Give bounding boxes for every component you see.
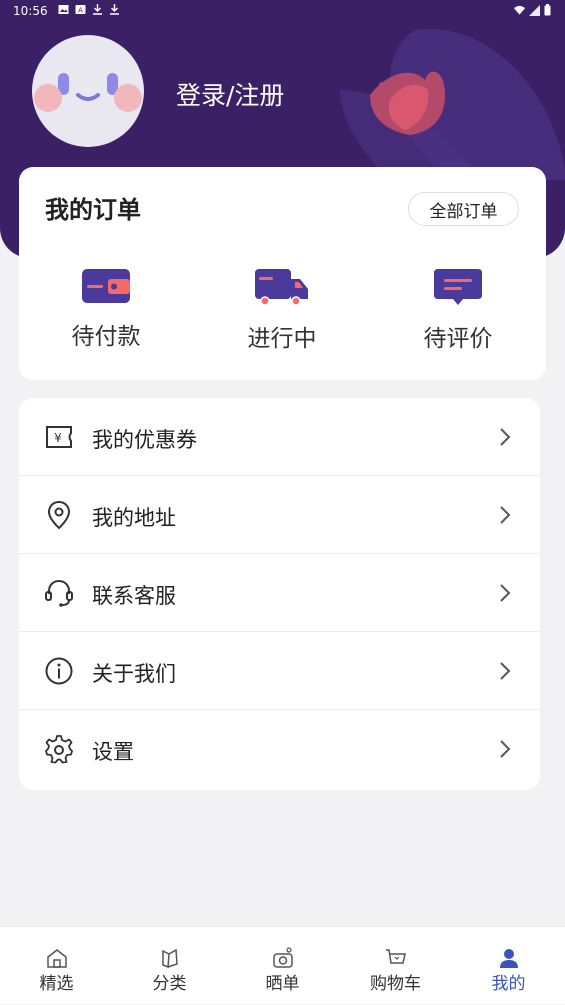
signal-icon bbox=[529, 4, 540, 16]
chevron-right-icon bbox=[500, 662, 511, 680]
status-bar: 10:56 A bbox=[0, 0, 565, 24]
nav-home[interactable]: 精选 bbox=[0, 927, 113, 1005]
avatar[interactable] bbox=[32, 35, 144, 147]
location-icon bbox=[47, 500, 71, 530]
order-item-label: 待付款 bbox=[71, 324, 141, 350]
order-in-progress[interactable]: 进行中 bbox=[212, 267, 352, 353]
menu-list: ¥ 我的优惠券 我的地址 联系客服 关于我们 设置 bbox=[19, 398, 540, 790]
nav-cart[interactable]: 购物车 bbox=[339, 927, 452, 1005]
order-pending-review[interactable]: 待评价 bbox=[388, 267, 528, 353]
status-time: 10:56 bbox=[13, 4, 48, 18]
nav-profile[interactable]: 我的 bbox=[452, 927, 565, 1005]
nav-label: 分类 bbox=[152, 974, 187, 994]
menu-item-label: 联系客服 bbox=[92, 584, 176, 608]
camera-icon bbox=[272, 947, 293, 968]
all-orders-button[interactable]: 全部订单 bbox=[408, 192, 519, 226]
menu-item-settings[interactable]: 设置 bbox=[19, 710, 540, 788]
login-register-link[interactable]: 登录/注册 bbox=[176, 76, 284, 112]
download-icon bbox=[110, 4, 119, 15]
menu-item-label: 我的地址 bbox=[92, 506, 176, 530]
chevron-right-icon bbox=[500, 506, 511, 524]
truck-icon bbox=[255, 269, 308, 306]
coupon-icon: ¥ bbox=[46, 426, 72, 448]
category-icon bbox=[161, 948, 178, 969]
menu-item-customer-service[interactable]: 联系客服 bbox=[19, 554, 540, 632]
nav-label: 晒单 bbox=[265, 974, 300, 994]
order-pending-payment[interactable]: 待付款 bbox=[36, 267, 176, 351]
wifi-icon bbox=[514, 5, 525, 15]
order-item-label: 进行中 bbox=[247, 326, 317, 352]
user-icon bbox=[499, 949, 518, 968]
wallet-icon bbox=[82, 269, 130, 303]
home-icon bbox=[46, 949, 67, 968]
nav-category[interactable]: 分类 bbox=[113, 927, 226, 1005]
image-notification-icon bbox=[58, 5, 69, 14]
chevron-right-icon bbox=[500, 584, 511, 602]
menu-item-about-us[interactable]: 关于我们 bbox=[19, 632, 540, 710]
nav-label: 我的 bbox=[491, 974, 526, 994]
menu-item-label: 设置 bbox=[92, 740, 134, 764]
bottom-navigation: 精选 分类 晒单 购物车 我的 bbox=[0, 926, 565, 1004]
info-icon bbox=[45, 657, 73, 685]
menu-item-address[interactable]: 我的地址 bbox=[19, 476, 540, 554]
download-icon bbox=[93, 4, 102, 15]
chevron-right-icon bbox=[500, 740, 511, 758]
smiley-avatar-icon bbox=[34, 73, 142, 112]
settings-gear-icon bbox=[45, 735, 73, 764]
headset-icon bbox=[45, 579, 73, 607]
orders-title: 我的订单 bbox=[45, 196, 141, 224]
menu-item-label: 我的优惠券 bbox=[92, 428, 197, 452]
svg-text:¥: ¥ bbox=[54, 431, 62, 445]
order-item-label: 待评价 bbox=[423, 326, 493, 352]
battery-icon bbox=[544, 4, 551, 16]
nav-showcase[interactable]: 晒单 bbox=[226, 927, 339, 1005]
flower-decoration-icon bbox=[340, 28, 565, 180]
my-orders-card: 我的订单 全部订单 待付款 进行中 待评价 bbox=[19, 167, 546, 380]
app-notification-icon: A bbox=[75, 5, 86, 15]
nav-label: 精选 bbox=[39, 974, 74, 994]
chevron-right-icon bbox=[500, 428, 511, 446]
cart-icon bbox=[385, 949, 406, 964]
svg-text:A: A bbox=[78, 7, 83, 15]
menu-item-coupons[interactable]: ¥ 我的优惠券 bbox=[19, 398, 540, 476]
comment-icon bbox=[434, 269, 482, 305]
menu-item-label: 关于我们 bbox=[92, 662, 176, 686]
nav-label: 购物车 bbox=[370, 974, 421, 994]
